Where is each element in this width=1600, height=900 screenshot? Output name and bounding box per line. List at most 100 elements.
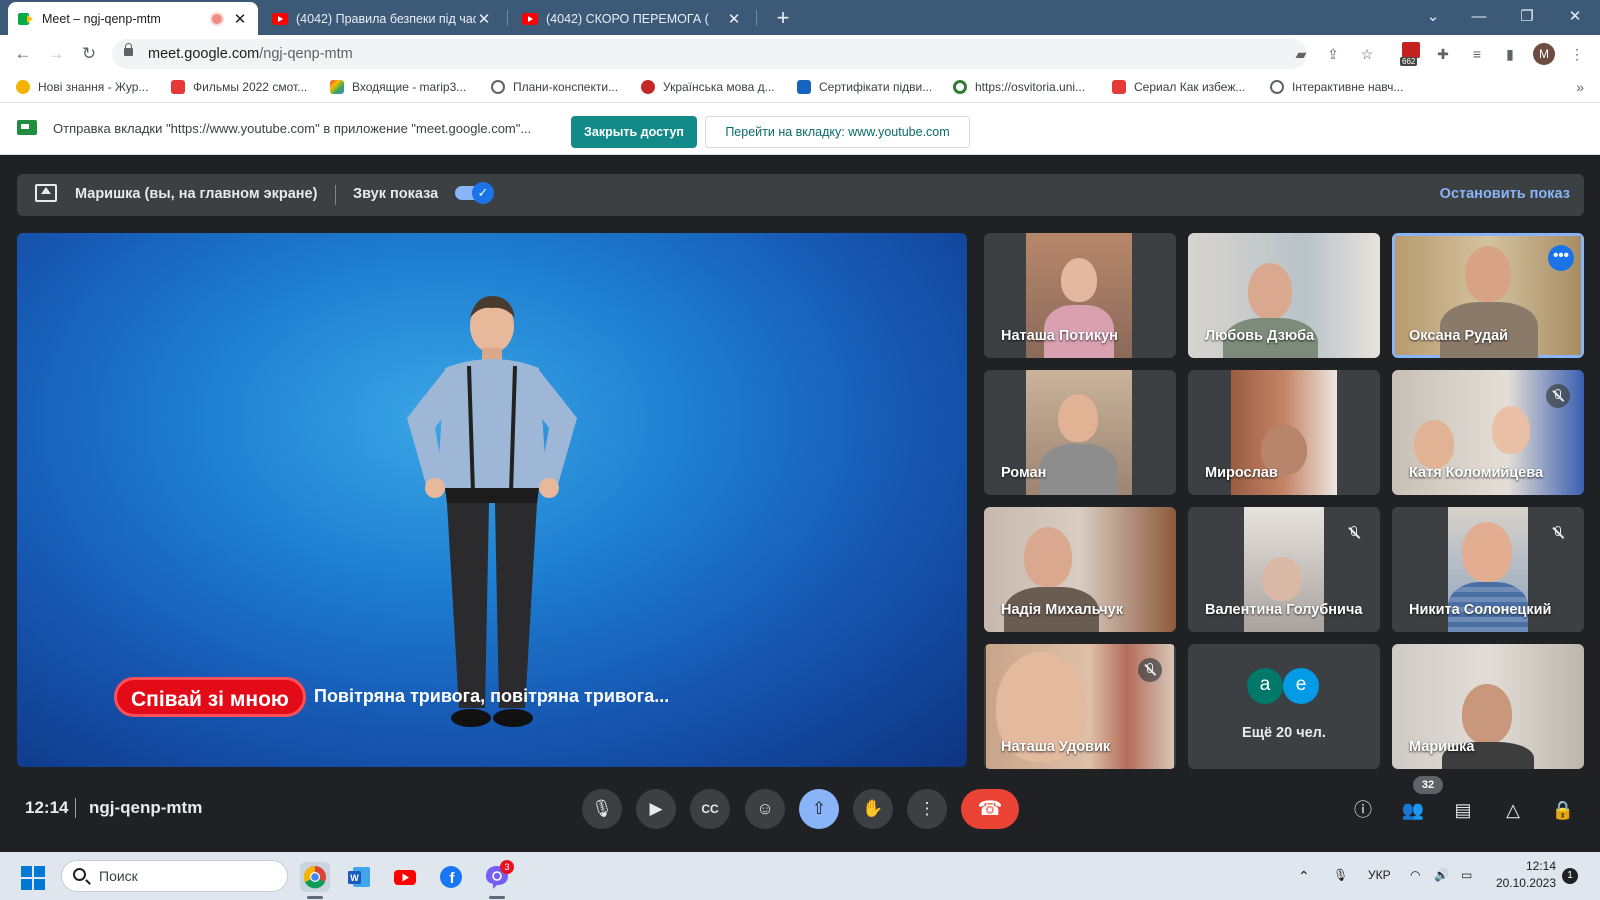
- taskbar-clock[interactable]: 12:14 20.10.2023: [1494, 858, 1556, 892]
- participant-tile[interactable]: Наташа Удовик: [984, 644, 1176, 769]
- participant-tile[interactable]: Любовь Дзюба: [1188, 233, 1380, 358]
- facebook-app-button[interactable]: f: [436, 862, 466, 892]
- tab-title: (4042) Правила безпеки під час: [296, 11, 476, 26]
- participant-tile[interactable]: Валентина Голубнича: [1188, 507, 1380, 632]
- camera-in-use-icon[interactable]: ▰: [1290, 43, 1312, 65]
- notification-count-badge[interactable]: 1: [1562, 868, 1578, 884]
- participant-tile[interactable]: Катя Коломийцева: [1392, 370, 1584, 495]
- extensions-puzzle-icon[interactable]: ✚: [1432, 43, 1454, 65]
- camera-button[interactable]: ▶: [636, 789, 676, 829]
- participant-face: [1058, 394, 1098, 442]
- close-window-button[interactable]: ✕: [1552, 4, 1598, 30]
- calendar-extension-icon[interactable]: 662: [1400, 40, 1422, 66]
- profile-avatar[interactable]: M: [1533, 43, 1555, 65]
- close-tab-icon[interactable]: ✕: [232, 10, 248, 28]
- bookmark-item[interactable]: Фильмы 2022 смот...: [171, 80, 307, 94]
- bookmarks-overflow-icon[interactable]: »: [1576, 79, 1584, 95]
- participant-face: [1024, 527, 1072, 587]
- bookmark-item[interactable]: https://osvitoria.uni...: [953, 80, 1085, 94]
- chat-button[interactable]: ▤: [1448, 795, 1478, 825]
- tab-youtube-safety[interactable]: (4042) Правила безпеки під час ✕: [262, 2, 502, 35]
- volume-icon[interactable]: 🔊: [1434, 868, 1449, 882]
- bookmark-star-icon[interactable]: ☆: [1356, 43, 1378, 65]
- show-hidden-icons-chevron-icon[interactable]: ⌃: [1298, 868, 1310, 885]
- participant-tile[interactable]: Роман: [984, 370, 1176, 495]
- bookmark-item[interactable]: Сериал Как избеж...: [1112, 80, 1245, 94]
- share-icon[interactable]: ⇪: [1322, 43, 1344, 65]
- present-screen-icon: [35, 184, 57, 202]
- close-tab-icon[interactable]: ✕: [726, 10, 742, 28]
- active-app-indicator: [307, 896, 323, 899]
- more-options-button[interactable]: ⋮: [907, 789, 947, 829]
- shared-screen-video: Співай зі мною Повітряна тривога, повітр…: [17, 233, 967, 767]
- participant-tile[interactable]: Оксана Рудай •••: [1392, 233, 1584, 358]
- tab-search-chevron-icon[interactable]: ⌄: [1410, 4, 1456, 30]
- new-tab-button[interactable]: +: [770, 5, 796, 31]
- url-text[interactable]: meet.google.com/ngj-qenp-mtm: [148, 46, 353, 62]
- calendar-icon: [1402, 42, 1420, 58]
- participant-tile[interactable]: Надія Михальчук: [984, 507, 1176, 632]
- address-bar[interactable]: meet.google.com/ngj-qenp-mtm: [112, 39, 1307, 69]
- more-participants-tile[interactable]: a e Ещё 20 чел.: [1188, 644, 1380, 769]
- stop-presenting-button[interactable]: Остановить показ: [1440, 186, 1570, 202]
- microphone-tray-icon[interactable]: 🎙: [1333, 868, 1348, 882]
- tab-meet[interactable]: Meet – ngj-qenp-mtm ✕: [8, 2, 258, 35]
- globe-icon: [1270, 80, 1284, 94]
- bookmark-item[interactable]: Плани-конспекти...: [491, 80, 618, 94]
- wifi-icon[interactable]: ◠: [1410, 868, 1420, 882]
- mic-off-icon: [1138, 658, 1162, 682]
- info-icon: ⓘ: [1354, 800, 1372, 820]
- input-language[interactable]: УКР: [1368, 868, 1391, 882]
- browser-tab-strip: Meet – ngj-qenp-mtm ✕ (4042) Правила без…: [0, 0, 1600, 35]
- facebook-icon: f: [440, 866, 462, 888]
- mic-off-icon: [1342, 521, 1366, 545]
- more-vert-icon: ⋮: [918, 799, 936, 818]
- reactions-button[interactable]: ☺: [745, 789, 785, 829]
- windows-start-icon[interactable]: [21, 866, 45, 890]
- reload-icon[interactable]: ↻: [76, 41, 102, 67]
- meeting-details-button[interactable]: ⓘ: [1348, 795, 1378, 825]
- restore-button[interactable]: ❐: [1504, 4, 1550, 30]
- presentation-audio-toggle[interactable]: ✓: [455, 182, 494, 204]
- menu-kebab-icon[interactable]: ⋮: [1566, 43, 1588, 65]
- go-to-tab-button[interactable]: Перейти на вкладку: www.youtube.com: [705, 116, 970, 148]
- bookmark-item[interactable]: Сертифікати підви...: [797, 80, 932, 94]
- word-app-button[interactable]: W: [344, 862, 374, 892]
- present-now-button[interactable]: ⇧: [799, 789, 839, 829]
- people-button[interactable]: 👥: [1398, 795, 1428, 825]
- recording-indicator-icon: [212, 13, 222, 24]
- bookmark-item[interactable]: Українська мова д...: [641, 80, 775, 94]
- raise-hand-button[interactable]: ✋: [853, 789, 893, 829]
- more-options-icon[interactable]: •••: [1548, 245, 1574, 271]
- leave-call-button[interactable]: ☎: [961, 789, 1019, 829]
- bookmark-item[interactable]: Нові знання - Жур...: [16, 80, 148, 94]
- participant-tile[interactable]: Наташа Потикун: [984, 233, 1176, 358]
- side-panel-icon[interactable]: ▮: [1499, 43, 1521, 65]
- self-view-tile[interactable]: Маришка: [1392, 644, 1584, 769]
- taskbar-search[interactable]: Поиск: [61, 860, 288, 892]
- participant-name: Валентина Голубнича: [1205, 602, 1363, 618]
- bookmark-item[interactable]: Інтерактивне навч...: [1270, 80, 1403, 94]
- back-arrow-icon[interactable]: ←: [10, 41, 36, 67]
- reading-list-icon[interactable]: ≡: [1466, 43, 1488, 65]
- youtube-icon: [272, 12, 288, 25]
- participant-tile[interactable]: Никита Солонецкий: [1392, 507, 1584, 632]
- youtube-app-button[interactable]: [390, 862, 420, 892]
- checkmark-icon: ✓: [472, 182, 494, 204]
- chrome-app-button[interactable]: [300, 862, 330, 892]
- activities-button[interactable]: △: [1498, 795, 1528, 825]
- bookmark-label: https://osvitoria.uni...: [975, 80, 1086, 94]
- close-access-button[interactable]: Закрыть доступ: [571, 116, 697, 148]
- close-tab-icon[interactable]: ✕: [476, 10, 492, 28]
- microphone-button[interactable]: 🎙: [582, 789, 622, 829]
- minimize-button[interactable]: —: [1456, 4, 1502, 30]
- participant-tile[interactable]: Мирослав: [1188, 370, 1380, 495]
- bookmark-label: Плани-конспекти...: [513, 80, 619, 94]
- forward-arrow-icon[interactable]: →: [43, 41, 69, 67]
- captions-button[interactable]: CC: [690, 789, 730, 829]
- battery-icon[interactable]: ▭: [1461, 868, 1472, 882]
- svg-text:W: W: [350, 873, 359, 883]
- host-controls-button[interactable]: 🔒: [1548, 795, 1578, 825]
- tab-youtube-victory[interactable]: (4042) СКОРО ПЕРЕМОГА ( ✕: [512, 2, 752, 35]
- bookmark-item[interactable]: Входящие - marip3...: [330, 80, 466, 94]
